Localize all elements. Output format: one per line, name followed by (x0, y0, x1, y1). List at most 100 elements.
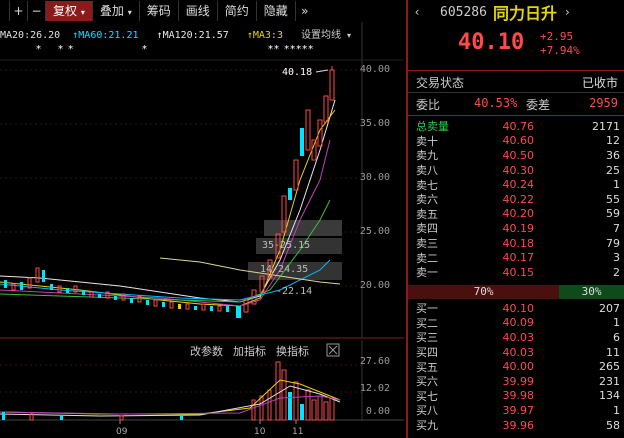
order-row[interactable]: 买八 39.97 1 (408, 403, 624, 418)
order-price: 40.20 (502, 207, 535, 221)
order-label: 卖九 (416, 149, 438, 163)
order-label: 买八 (416, 404, 438, 418)
status-label: 交易状态 (416, 76, 465, 90)
candles (4, 66, 335, 318)
order-volume: 58 (606, 418, 620, 432)
order-price: 40.19 (502, 221, 535, 235)
order-row[interactable]: 买三 40.03 6 (408, 330, 624, 345)
order-label: 卖三 (416, 237, 438, 251)
order-row[interactable]: 卖九 40.50 36 (408, 148, 624, 163)
buy-sell-ratio-bar: 70% 30% (408, 285, 624, 299)
divider (408, 115, 624, 116)
close-indicator-icon[interactable] (326, 343, 340, 357)
order-price: 40.17 (502, 251, 535, 265)
order-volume: 59 (606, 207, 620, 221)
order-label: 卖六 (416, 193, 438, 207)
order-price: 40.22 (502, 192, 535, 206)
divider (408, 92, 624, 93)
order-price: 40.50 (502, 148, 535, 162)
order-row[interactable]: 买七 39.98 134 (408, 389, 624, 404)
stock-change-block: +2.95 +7.94% (540, 30, 580, 58)
status-value: 已收市 (581, 76, 618, 90)
add-indicator-button[interactable]: 加指标 (233, 343, 266, 359)
order-row[interactable]: 卖六 40.22 55 (408, 192, 624, 207)
change-params-button[interactable]: 改参数 (190, 343, 223, 359)
order-volume: 231 (599, 374, 620, 388)
order-price: 40.03 (502, 330, 535, 344)
stock-price: 40.10 (458, 30, 525, 55)
order-volume: 6 (613, 330, 620, 344)
kline-chart-pane[interactable]: + − 复权 ▾ 叠加 ▾ 筹码 画线 简约 隐藏 » MA20:26.20 ↑… (0, 0, 404, 438)
order-row[interactable]: 卖四 40.19 7 (408, 221, 624, 236)
stock-name: 同力日升 (492, 4, 557, 23)
order-volume: 207 (599, 301, 620, 315)
order-row[interactable]: 卖一 40.15 2 (408, 265, 624, 280)
order-row[interactable]: 买九 39.96 58 (408, 418, 624, 433)
chip-band-label: 14-24.35 (260, 264, 309, 275)
order-row[interactable]: 卖八 40.30 25 (408, 163, 624, 178)
order-row[interactable]: 卖五 40.20 59 (408, 207, 624, 222)
volume-axis-label: 27.60 (359, 356, 390, 367)
order-label: 卖一 (416, 266, 438, 280)
quote-pane: ‹ 605286 同力日升 › 40.10 +2.95 +7.94% 交易状态 … (406, 0, 624, 438)
divider (408, 70, 624, 71)
order-price: 40.00 (502, 360, 535, 374)
high-price-label: 40.18 (282, 67, 313, 78)
order-row[interactable]: 买二 40.09 1 (408, 316, 624, 331)
price-axis-label: 40.00 (359, 64, 390, 75)
order-price: 40.03 (502, 345, 535, 359)
order-volume: 25 (606, 163, 620, 177)
order-volume: 2171 (592, 119, 620, 133)
order-label: 买一 (416, 302, 438, 316)
order-row[interactable]: 卖三 40.18 79 (408, 236, 624, 251)
order-label: 买六 (416, 375, 438, 389)
order-label: 卖二 (416, 251, 438, 265)
kline-svg (0, 22, 404, 424)
buy-ratio-segment: 70% (408, 285, 560, 299)
ratio-value: 40.53% (474, 96, 518, 110)
order-row[interactable]: 买五 40.00 265 (408, 359, 624, 374)
order-volume: 12 (606, 134, 620, 148)
order-volume: 265 (599, 360, 620, 374)
order-label: 卖五 (416, 207, 438, 221)
x-axis-label: 10 (254, 427, 266, 437)
order-volume: 1 (613, 178, 620, 192)
stock-title-row: ‹ 605286 同力日升 › (408, 2, 624, 23)
order-volume: 11 (606, 345, 620, 359)
order-label: 总卖量 (416, 120, 449, 134)
order-label: 卖七 (416, 178, 438, 192)
order-price: 40.15 (502, 265, 535, 279)
order-volume: 36 (606, 148, 620, 162)
order-row[interactable]: 卖七 40.24 1 (408, 177, 624, 192)
order-price: 40.24 (502, 178, 535, 192)
order-row[interactable]: 卖二 40.17 3 (408, 250, 624, 265)
order-label: 卖十 (416, 134, 438, 148)
order-label: 卖四 (416, 222, 438, 236)
price-axis-label: 25.00 (359, 226, 390, 237)
sell-order-book: 总卖量 40.76 2171 卖十 40.60 12 卖九 40.50 36 卖… (408, 119, 624, 280)
order-row[interactable]: 总卖量 40.76 2171 (408, 119, 624, 134)
order-price: 40.60 (502, 134, 535, 148)
ratio-label: 委比 (416, 98, 441, 112)
order-volume: 7 (613, 221, 620, 235)
order-row[interactable]: 买一 40.10 207 (408, 301, 624, 316)
chip-band-label: -22.14 (276, 286, 313, 297)
indicator-toolbar: 改参数 加指标 换指标 (190, 343, 309, 359)
diff-label: 委差 (526, 98, 551, 112)
next-stock-icon[interactable]: › (565, 5, 570, 19)
prev-stock-icon[interactable]: ‹ (408, 5, 426, 19)
diff-value: 2959 (589, 96, 618, 110)
order-volume: 79 (606, 236, 620, 250)
order-label: 买九 (416, 419, 438, 433)
order-price: 40.10 (502, 301, 535, 315)
order-row[interactable]: 卖十 40.60 12 (408, 134, 624, 149)
x-axis-label: 11 (292, 427, 304, 437)
order-row[interactable]: 买六 39.99 231 (408, 374, 624, 389)
buy-order-book: 买一 40.10 207 买二 40.09 1 买三 40.03 6 买四 40… (408, 301, 624, 432)
order-row[interactable]: 买四 40.03 11 (408, 345, 624, 360)
order-price: 39.99 (502, 374, 535, 388)
order-volume: 55 (606, 192, 620, 206)
order-price: 39.97 (502, 403, 535, 417)
switch-indicator-button[interactable]: 换指标 (276, 343, 309, 359)
order-price: 40.09 (502, 316, 535, 330)
